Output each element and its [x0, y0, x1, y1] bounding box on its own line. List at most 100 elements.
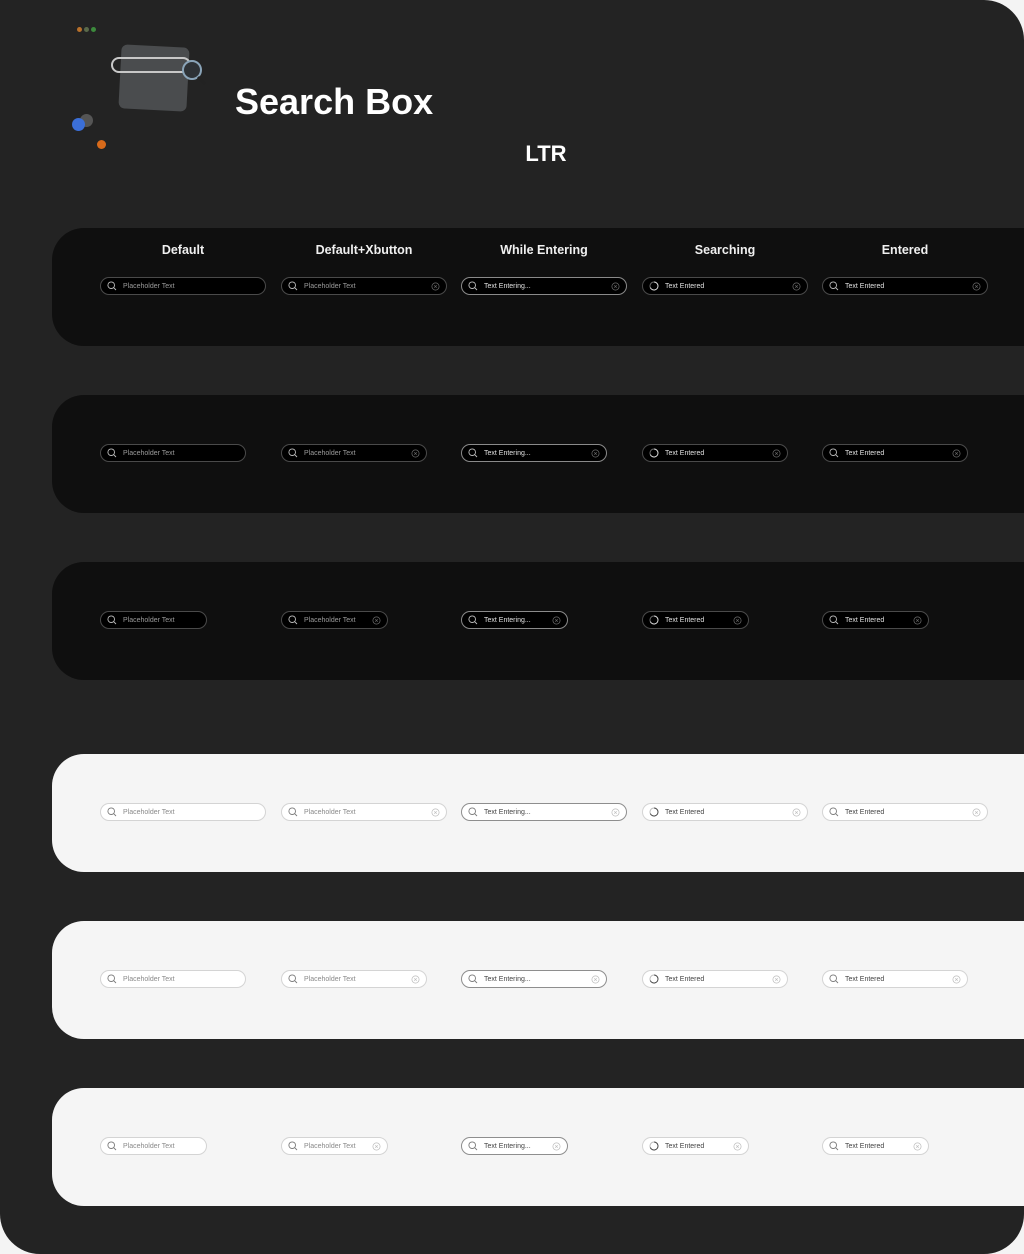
column-header-while-entering: While Entering [500, 243, 588, 257]
decor-dot-blue [72, 118, 85, 131]
loading-spinner-icon [649, 281, 659, 291]
search-value: Text Entered [845, 282, 885, 290]
clear-icon[interactable] [611, 808, 620, 817]
search-icon [107, 281, 117, 291]
search-box-default-xbutton[interactable]: Placeholder Text [281, 277, 447, 295]
loading-spinner-icon [649, 448, 659, 458]
search-icon [288, 807, 298, 817]
search-icon [288, 1141, 298, 1151]
search-icon [829, 807, 839, 817]
search-box-default-xbutton[interactable]: Placeholder Text [281, 444, 427, 462]
search-box-searching[interactable]: Text Entered [642, 970, 788, 988]
clear-icon[interactable] [733, 616, 742, 625]
search-value: Text Entered [845, 449, 885, 457]
clear-icon[interactable] [372, 616, 381, 625]
search-box-while-entering[interactable]: Text Entering... [461, 1137, 568, 1155]
search-icon [468, 281, 478, 291]
search-value: Text Entered [665, 808, 705, 816]
clear-icon[interactable] [591, 449, 600, 458]
search-placeholder: Placeholder Text [123, 282, 175, 290]
search-value: Text Entered [665, 975, 705, 983]
clear-icon[interactable] [972, 282, 981, 291]
search-box-default[interactable]: Placeholder Text [100, 970, 246, 988]
search-placeholder: Placeholder Text [123, 449, 175, 457]
search-value: Text Entered [845, 1142, 885, 1150]
search-box-default[interactable]: Placeholder Text [100, 444, 246, 462]
decor-dot-grey-small [84, 27, 89, 32]
search-icon [829, 281, 839, 291]
loading-spinner-icon [649, 615, 659, 625]
search-box-searching[interactable]: Text Entered [642, 444, 788, 462]
search-box-default[interactable]: Placeholder Text [100, 803, 266, 821]
search-box-default[interactable]: Placeholder Text [100, 1137, 207, 1155]
search-icon [829, 974, 839, 984]
search-icon [107, 807, 117, 817]
loading-spinner-icon [649, 1141, 659, 1151]
search-box-entered[interactable]: Text Entered [822, 277, 988, 295]
search-box-entered[interactable]: Text Entered [822, 611, 929, 629]
search-value: Text Entered [665, 282, 705, 290]
search-box-searching[interactable]: Text Entered [642, 611, 749, 629]
search-value: Text Entering... [484, 975, 531, 983]
search-box-default-xbutton[interactable]: Placeholder Text [281, 611, 388, 629]
search-box-entered[interactable]: Text Entered [822, 1137, 929, 1155]
search-box-searching[interactable]: Text Entered [642, 1137, 749, 1155]
search-box-while-entering[interactable]: Text Entering... [461, 803, 627, 821]
search-icon [107, 974, 117, 984]
search-value: Text Entering... [484, 282, 531, 290]
clear-icon[interactable] [372, 1142, 381, 1151]
search-value: Text Entered [845, 808, 885, 816]
search-box-entered[interactable]: Text Entered [822, 970, 968, 988]
search-placeholder: Placeholder Text [123, 975, 175, 983]
clear-icon[interactable] [552, 1142, 561, 1151]
search-box-entered[interactable]: Text Entered [822, 444, 968, 462]
clear-icon[interactable] [792, 282, 801, 291]
search-box-while-entering[interactable]: Text Entering... [461, 611, 568, 629]
search-box-entered[interactable]: Text Entered [822, 803, 988, 821]
search-box-illustration-icon [111, 44, 207, 112]
panel-dark-medium: Placeholder Text Placeholder Text Text Ent… [52, 395, 1024, 513]
column-header-default: Default [161, 243, 205, 257]
clear-icon[interactable] [913, 1142, 922, 1151]
search-box-default-xbutton[interactable]: Placeholder Text [281, 1137, 388, 1155]
clear-icon[interactable] [952, 449, 961, 458]
search-icon [107, 1141, 117, 1151]
search-box-searching[interactable]: Text Entered [642, 803, 808, 821]
clear-icon[interactable] [591, 975, 600, 984]
clear-icon[interactable] [772, 975, 781, 984]
search-box-default-xbutton[interactable]: Placeholder Text [281, 970, 427, 988]
search-icon [829, 1141, 839, 1151]
clear-icon[interactable] [431, 282, 440, 291]
search-box-default[interactable]: Placeholder Text [100, 277, 266, 295]
search-box-while-entering[interactable]: Text Entering... [461, 444, 607, 462]
search-icon [829, 448, 839, 458]
search-value: Text Entered [665, 616, 705, 624]
clear-icon[interactable] [792, 808, 801, 817]
search-placeholder: Placeholder Text [304, 616, 356, 624]
decor-dot-orange-small [77, 27, 82, 32]
search-box-while-entering[interactable]: Text Entering... [461, 970, 607, 988]
clear-icon[interactable] [972, 808, 981, 817]
clear-icon[interactable] [733, 1142, 742, 1151]
search-icon [468, 974, 478, 984]
loading-spinner-icon [649, 807, 659, 817]
panel-light-small: Placeholder Text Placeholder Text Text Ent… [52, 1088, 1024, 1206]
search-value: Text Entering... [484, 808, 531, 816]
clear-icon[interactable] [431, 808, 440, 817]
search-box-default-xbutton[interactable]: Placeholder Text [281, 803, 447, 821]
clear-icon[interactable] [411, 975, 420, 984]
panel-dark-small: Placeholder Text Placeholder Text Text Ent… [52, 562, 1024, 680]
panel-dark-large: Default Default+Xbutton While Entering Sear… [52, 228, 1024, 346]
search-box-searching[interactable]: Text Entered [642, 277, 808, 295]
clear-icon[interactable] [552, 616, 561, 625]
clear-icon[interactable] [913, 616, 922, 625]
search-placeholder: Placeholder Text [123, 616, 175, 624]
clear-icon[interactable] [611, 282, 620, 291]
panel-light-medium: Placeholder Text Placeholder Text Text Ent… [52, 921, 1024, 1039]
clear-icon[interactable] [772, 449, 781, 458]
clear-icon[interactable] [952, 975, 961, 984]
search-box-default[interactable]: Placeholder Text [100, 611, 207, 629]
search-box-while-entering[interactable]: Text Entering... [461, 277, 627, 295]
clear-icon[interactable] [411, 449, 420, 458]
search-value: Text Entered [665, 449, 705, 457]
